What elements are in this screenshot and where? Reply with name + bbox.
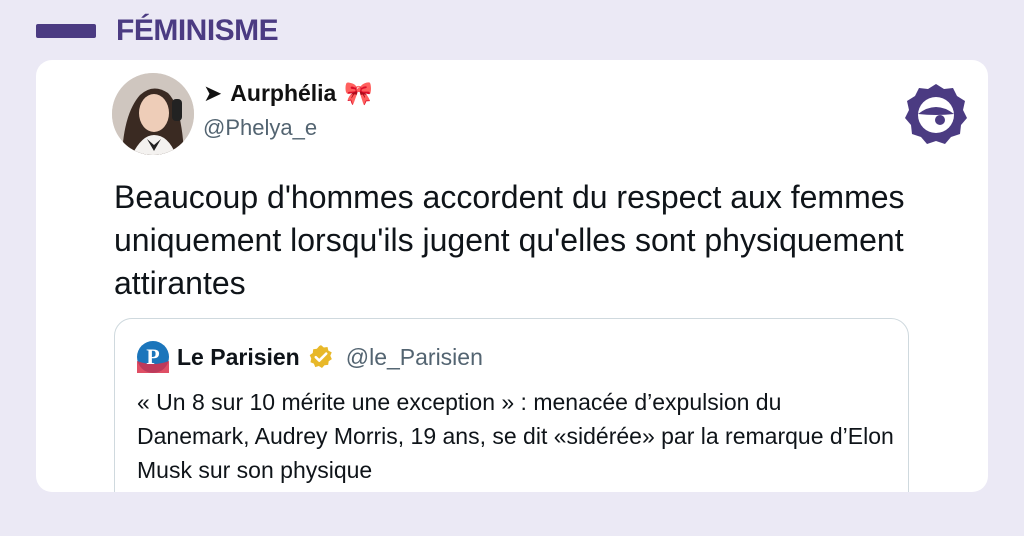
author-block: ➤ Aurphélia 🎀 @Phelya_e	[203, 80, 373, 141]
author-name: Aurphélia	[230, 80, 337, 106]
tweet-text: Beaucoup d'hommes accordent du respect a…	[114, 179, 905, 301]
quoted-author-handle: @le_Parisien	[345, 343, 483, 370]
quoted-author-name: Le Parisien	[177, 343, 300, 370]
author-handle[interactable]: @Phelya_e	[203, 115, 373, 141]
quoted-tweet[interactable]: P Le Parisien @le_Parisien « Un 8 sur 10…	[114, 318, 909, 492]
le-parisien-avatar-letter: P	[146, 344, 159, 369]
tweet-card: ➤ Aurphélia 🎀 @Phelya_e Beaucoup d'homme…	[36, 60, 988, 492]
category-header: FÉMINISME	[36, 14, 279, 48]
le-parisien-avatar-icon: P	[137, 341, 169, 373]
brand-logo-icon	[904, 82, 968, 146]
author-name-row[interactable]: ➤ Aurphélia 🎀	[203, 80, 373, 107]
quoted-tweet-header: P Le Parisien @le_Parisien	[137, 341, 483, 373]
ribbon-icon: 🎀	[344, 80, 373, 106]
quoted-tweet-text: « Un 8 sur 10 mérite une exception » : m…	[137, 389, 894, 483]
author-avatar[interactable]	[112, 73, 194, 155]
category-label: FÉMINISME	[116, 14, 279, 47]
arrow-icon: ➤	[203, 80, 223, 106]
category-bar	[36, 24, 96, 38]
verified-badge-icon	[309, 345, 332, 369]
